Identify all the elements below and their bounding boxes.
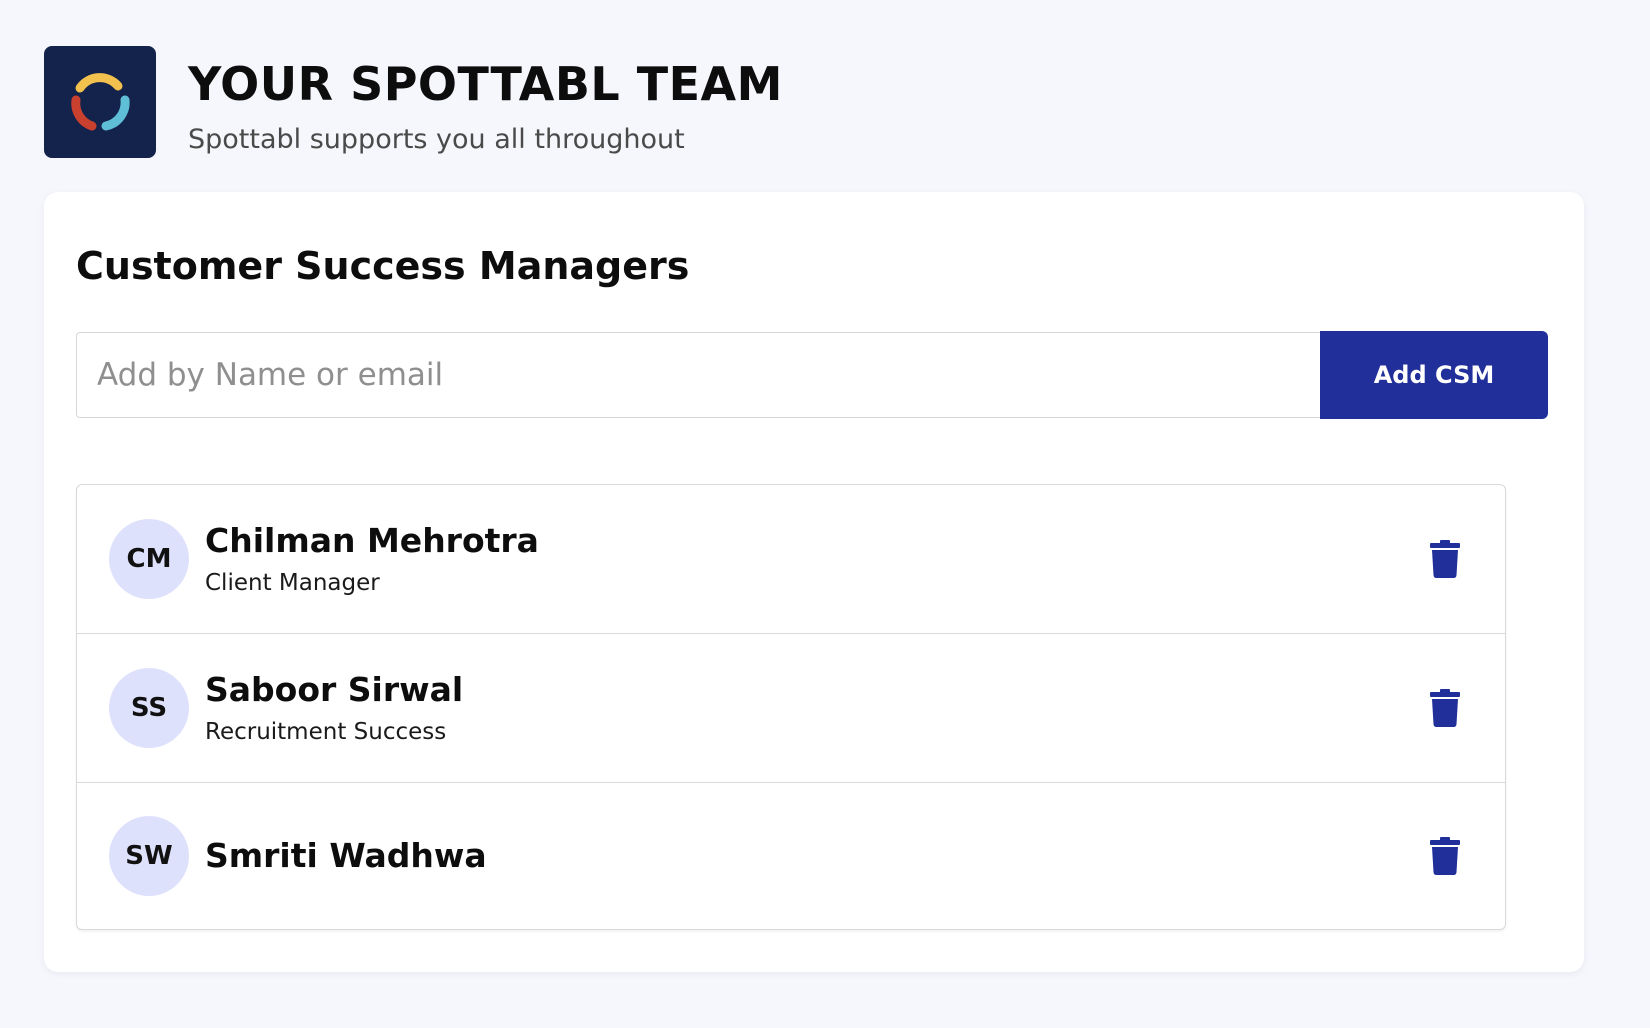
csm-list-item: SS Saboor Sirwal Recruitment Success [77,634,1505,783]
card-title: Customer Success Managers [76,244,690,288]
person-role: Recruitment Success [205,719,447,745]
add-csm-row: Add CSM [76,331,1548,419]
csm-card: Customer Success Managers Add CSM CM Chi… [44,192,1584,972]
person-name: Smriti Wadhwa [205,836,487,875]
add-csm-button[interactable]: Add CSM [1320,331,1548,419]
avatar: SW [109,816,189,896]
csm-list: CM Chilman Mehrotra Client Manager SS Sa… [76,484,1506,930]
trash-icon [1430,540,1460,578]
person-info: Saboor Sirwal Recruitment Success [205,670,463,746]
spottabl-ring-logo-icon [71,73,130,131]
title-block: YOUR SPOTTABL TEAM Spottabl supports you… [188,56,783,156]
delete-button[interactable] [1425,537,1465,581]
trash-icon [1430,837,1460,875]
avatar: SS [109,668,189,748]
avatar: CM [109,519,189,599]
page-title: YOUR SPOTTABL TEAM [188,57,783,111]
delete-button[interactable] [1425,686,1465,730]
person-name: Saboor Sirwal [205,670,464,709]
csm-list-item: CM Chilman Mehrotra Client Manager [77,485,1505,634]
csm-list-item: SW Smriti Wadhwa [77,783,1505,929]
page-subtitle: Spottabl supports you all throughout [188,124,685,155]
spottabl-logo [44,46,156,158]
person-info: Smriti Wadhwa [205,836,487,876]
person-role: Client Manager [205,570,380,596]
page-header: YOUR SPOTTABL TEAM Spottabl supports you… [44,46,783,158]
trash-icon [1430,689,1460,727]
person-name: Chilman Mehrotra [205,521,539,560]
delete-button[interactable] [1425,834,1465,878]
person-info: Chilman Mehrotra Client Manager [205,521,539,597]
csm-search-input[interactable] [76,332,1320,418]
